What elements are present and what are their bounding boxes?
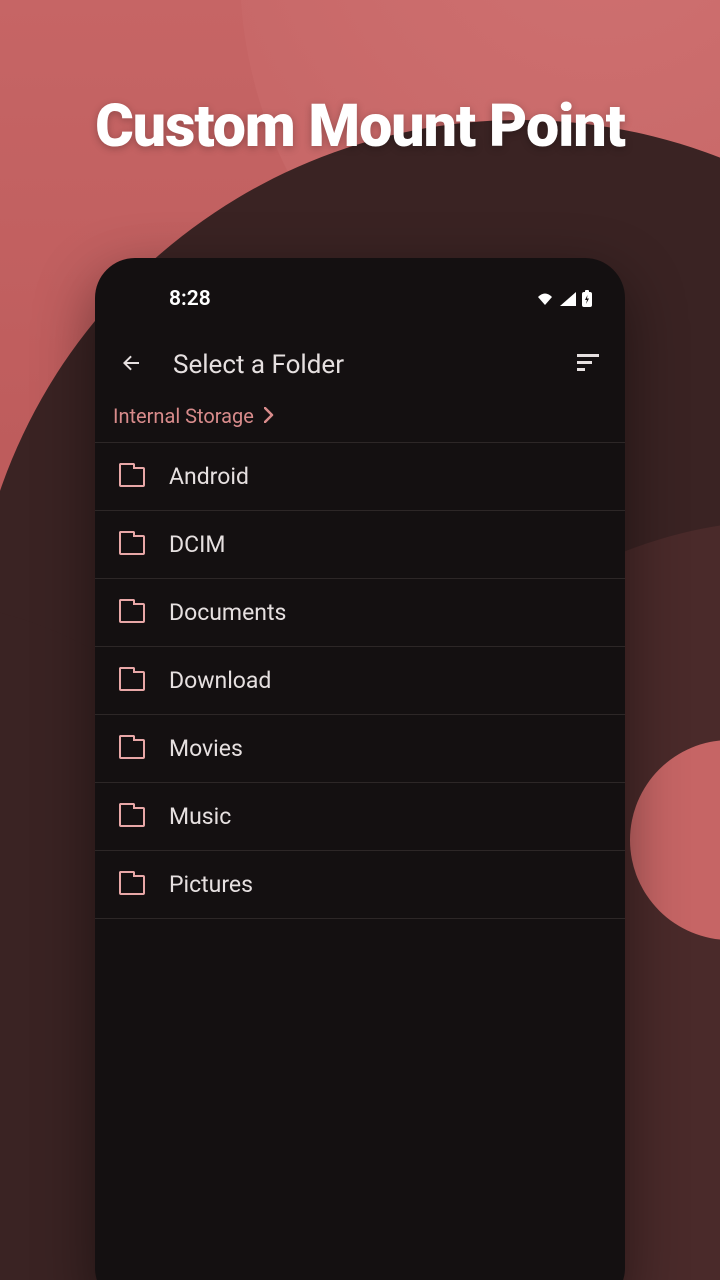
folder-label: Documents — [169, 599, 286, 626]
folder-label: Download — [169, 667, 271, 694]
chevron-right-icon — [264, 404, 274, 428]
folder-icon — [119, 535, 145, 555]
folder-label: Pictures — [169, 871, 253, 898]
status-icons — [535, 290, 593, 308]
folder-label: Android — [169, 463, 249, 490]
list-item[interactable]: Pictures — [95, 851, 625, 919]
folder-label: Music — [169, 803, 231, 830]
app-bar: Select a Folder — [95, 322, 625, 398]
folder-icon — [119, 807, 145, 827]
list-item[interactable]: Documents — [95, 579, 625, 647]
signal-icon — [559, 291, 577, 307]
breadcrumb[interactable]: Internal Storage — [95, 398, 625, 442]
wifi-icon — [535, 291, 555, 307]
list-item[interactable]: Download — [95, 647, 625, 715]
folder-icon — [119, 739, 145, 759]
list-item[interactable]: Music — [95, 783, 625, 851]
folder-list: Android DCIM Documents Download Movies M… — [95, 442, 625, 919]
folder-icon — [119, 671, 145, 691]
list-item[interactable]: Android — [95, 443, 625, 511]
folder-label: DCIM — [169, 531, 225, 558]
folder-icon — [119, 467, 145, 487]
status-time: 8:28 — [169, 287, 211, 311]
status-bar: 8:28 — [95, 258, 625, 322]
folder-label: Movies — [169, 735, 243, 762]
page-title: Custom Mount Point — [0, 92, 720, 161]
appbar-title: Select a Folder — [173, 350, 547, 380]
folder-icon — [119, 875, 145, 895]
sort-button[interactable] — [575, 351, 603, 379]
breadcrumb-label: Internal Storage — [113, 404, 254, 428]
sort-icon — [577, 354, 601, 376]
arrow-left-icon — [119, 351, 143, 379]
back-button[interactable] — [117, 351, 145, 379]
phone-frame: 8:28 Select a Folder Internal Sto — [95, 258, 625, 1280]
list-item[interactable]: DCIM — [95, 511, 625, 579]
folder-icon — [119, 603, 145, 623]
battery-icon — [581, 290, 593, 308]
list-item[interactable]: Movies — [95, 715, 625, 783]
